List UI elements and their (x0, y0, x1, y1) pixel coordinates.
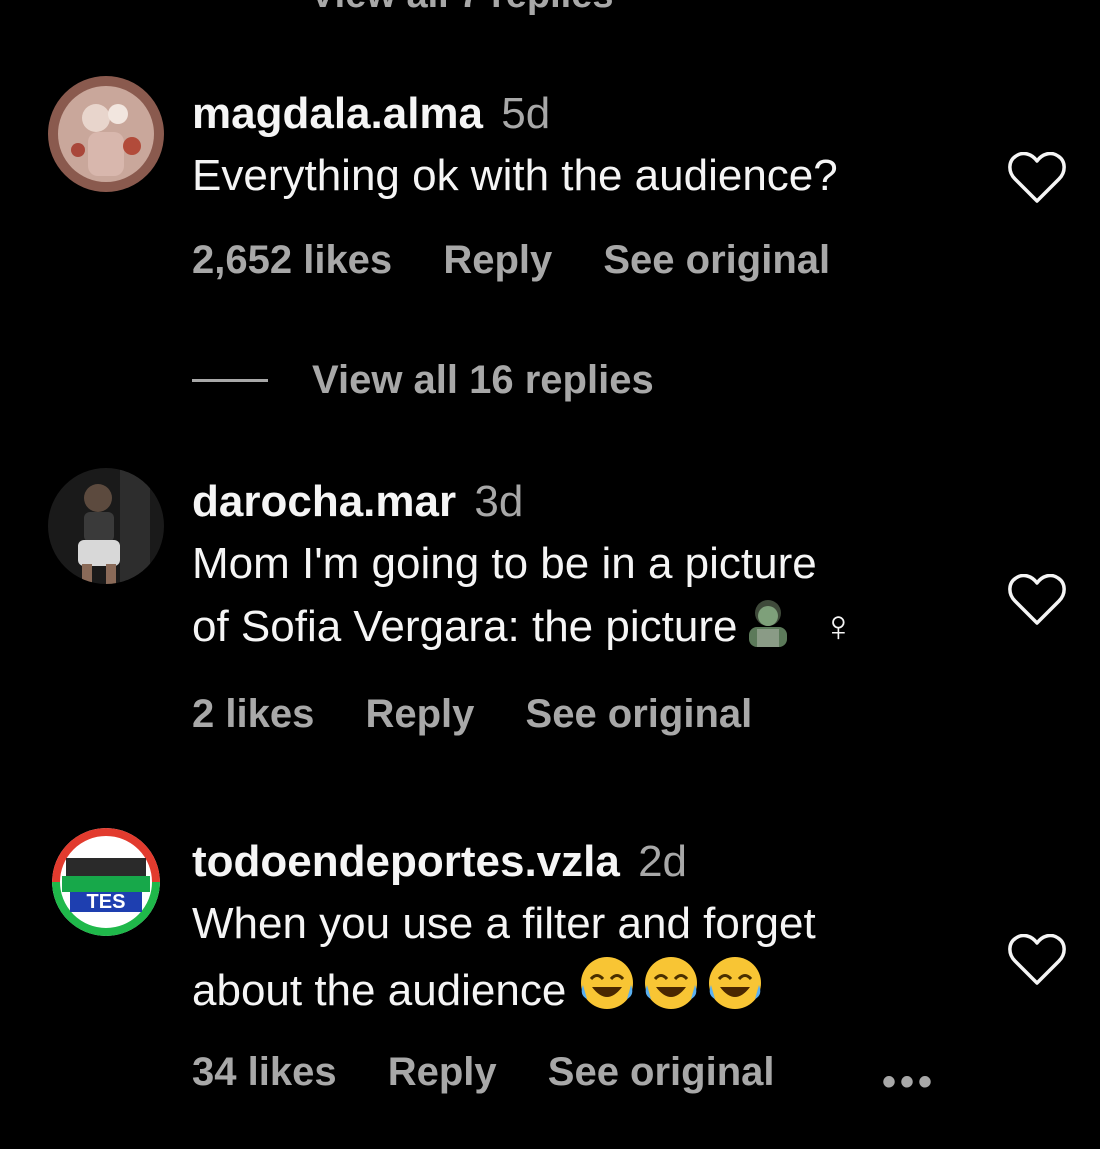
timestamp[interactable]: 2d (638, 837, 687, 886)
reply-button[interactable]: Reply (388, 1050, 497, 1094)
comment-actions: 2 likes Reply See original (192, 692, 792, 737)
username[interactable]: magdala.alma (192, 89, 483, 138)
comment-actions: 34 likes Reply See original (192, 1050, 815, 1095)
zombie-emoji (737, 597, 799, 664)
replies-divider (192, 378, 268, 382)
likes-count[interactable]: 2 likes (192, 692, 314, 736)
female-sign: ♀ (821, 602, 855, 651)
comment-body: todoendeportes.vzla 2d When you use a fi… (192, 832, 982, 1028)
view-replies-cutoff[interactable]: View all 7 replies (310, 0, 613, 17)
comment-text: When you use a filter and forget about t… (192, 892, 982, 1028)
see-original-button[interactable]: See original (603, 238, 830, 282)
avatar[interactable] (48, 468, 164, 584)
comment-text-line: of Sofia Vergara: the picture ♀ (192, 595, 982, 664)
avatar[interactable]: TES (52, 828, 160, 936)
timestamp[interactable]: 3d (474, 477, 523, 526)
avatar[interactable] (48, 76, 164, 192)
comment-text-line-content: about the audience (192, 966, 567, 1015)
svg-text:TES: TES (87, 891, 126, 913)
comment-text: Mom I'm going to be in a picture of Sofi… (192, 532, 982, 664)
view-replies-button[interactable]: View all 16 replies (192, 355, 654, 405)
more-options-icon[interactable]: ••• (882, 1060, 936, 1105)
likes-count[interactable]: 34 likes (192, 1050, 337, 1094)
comment-text-line-content: of Sofia Vergara: the picture (192, 602, 738, 651)
likes-count[interactable]: 2,652 likes (192, 238, 392, 282)
comment-actions: 2,652 likes Reply See original (192, 238, 870, 283)
comment-header: todoendeportes.vzla 2d (192, 832, 982, 892)
comment-text-line: When you use a filter and forget (192, 899, 816, 948)
username[interactable]: darocha.mar (192, 477, 456, 526)
reply-button[interactable]: Reply (365, 692, 474, 736)
comment-body: darocha.mar 3d Mom I'm going to be in a … (192, 472, 982, 664)
comment-text-line: about the audience (192, 955, 982, 1028)
laugh-emoji (579, 955, 769, 1028)
comment-text-line: Mom I'm going to be in a picture (192, 539, 817, 588)
see-original-button[interactable]: See original (526, 692, 753, 736)
view-replies-label[interactable]: View all 16 replies (312, 358, 654, 403)
see-original-button[interactable]: See original (548, 1050, 775, 1094)
heart-icon[interactable] (1008, 573, 1066, 626)
comment-header: magdala.alma 5d (192, 84, 982, 144)
comment-text: Everything ok with the audience? (192, 151, 838, 200)
timestamp[interactable]: 5d (501, 89, 550, 138)
comment-body: magdala.alma 5d Everything ok with the a… (192, 84, 982, 207)
comment-header: darocha.mar 3d (192, 472, 982, 532)
username[interactable]: todoendeportes.vzla (192, 837, 620, 886)
heart-icon[interactable] (1008, 933, 1066, 986)
heart-icon[interactable] (1008, 151, 1066, 204)
reply-button[interactable]: Reply (443, 238, 552, 282)
